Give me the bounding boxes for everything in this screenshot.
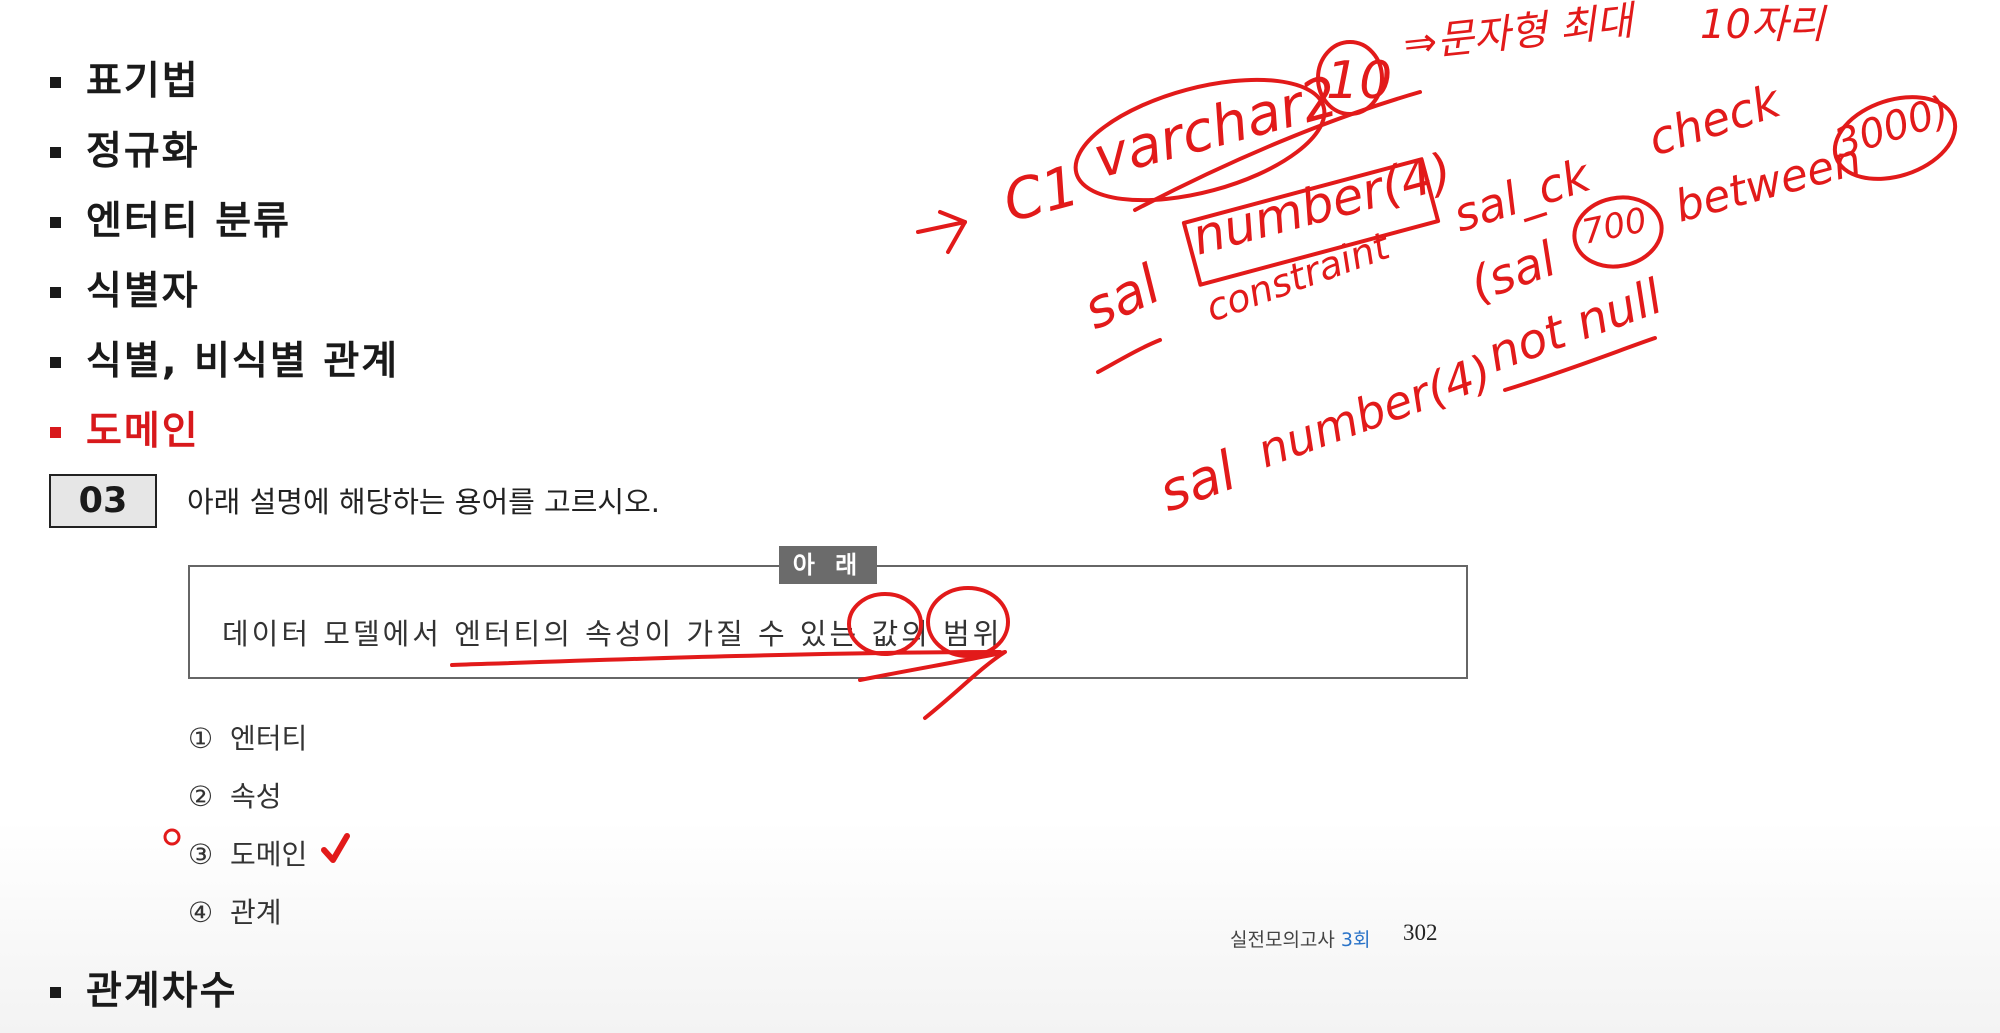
arrow-icon	[916, 210, 967, 254]
topic-item: 식별, 비식별 관계	[48, 332, 399, 402]
number4-box-mark	[1181, 157, 1441, 287]
hand-ten-chars: 10자리	[1700, 2, 1828, 48]
topic-item: 엔터티 분류	[48, 192, 399, 262]
option-label: 엔터티	[230, 722, 308, 755]
option-number: ④	[188, 896, 214, 929]
check-mark-icon	[321, 833, 350, 863]
answer-option[interactable]: ④ 관계	[188, 886, 307, 944]
topic-item: 관계차수	[48, 962, 238, 1032]
topic-label: 식별자	[86, 269, 200, 314]
cursor-dot-icon	[163, 828, 181, 846]
reference-box-tag: 아 래	[779, 546, 877, 584]
topic-item: 정규화	[48, 122, 399, 192]
hand-c1: C1	[997, 153, 1086, 235]
hand-sal-ck: sal_ck	[1447, 147, 1599, 242]
hand-between: between	[1670, 134, 1867, 233]
option-label: 도메인	[230, 838, 308, 871]
question-number: 03	[49, 474, 157, 528]
option-number: ③	[188, 838, 214, 871]
ten-circle-mark	[1316, 40, 1384, 116]
bullet-icon	[50, 427, 61, 438]
seven-hundred-circle-mark	[1572, 195, 1664, 269]
hand-ten: 10	[1326, 51, 1392, 111]
bullet-icon	[50, 217, 61, 228]
hand-not-null: not null	[1480, 268, 1670, 383]
answer-option-selected[interactable]: ③ 도메인	[188, 828, 307, 886]
topic-label: 정규화	[86, 129, 200, 174]
reference-text: 데이터 모델에서 엔터티의 속성이 가질 수 있는 값의 범위	[222, 617, 1003, 651]
question-prompt: 아래 설명에 해당하는 용어를 고르시오.	[187, 485, 660, 519]
bullet-icon	[50, 77, 61, 88]
topic-item: 식별자	[48, 262, 399, 332]
answer-option[interactable]: ② 속성	[188, 770, 307, 828]
option-label: 관계	[230, 896, 282, 929]
footer-series: 실전모의고사 3회	[1230, 925, 1371, 952]
hand-check: check	[1642, 73, 1789, 167]
bullet-icon	[50, 147, 61, 158]
option-number: ①	[188, 722, 214, 755]
answer-options: ① 엔터티 ② 속성 ③ 도메인 ④ 관계	[188, 712, 307, 944]
hand-700: 700	[1579, 200, 1651, 253]
footer-round: 3회	[1340, 929, 1371, 951]
bullet-icon	[50, 287, 61, 298]
topic-item: 표기법	[48, 52, 399, 122]
option-label: 속성	[230, 780, 282, 813]
varchar-circle-mark	[1073, 77, 1327, 203]
topic-list: 표기법 정규화 엔터티 분류 식별자 식별, 비식별 관계 도메인	[48, 52, 399, 472]
option-number: ②	[188, 780, 214, 813]
hand-number4-2: number(4)	[1250, 344, 1498, 478]
topic-label: 식별, 비식별 관계	[86, 339, 400, 384]
topic-label: 도메인	[86, 409, 200, 454]
topic-label: 엔터티 분류	[86, 199, 291, 244]
topic-label: 표기법	[86, 59, 200, 104]
not-null-underline-mark	[1503, 336, 1657, 392]
bullet-icon	[50, 357, 61, 368]
hand-varchar2: varchar2	[1087, 64, 1345, 191]
hand-3000: 3000)	[1829, 87, 1955, 167]
answer-option[interactable]: ① 엔터티	[188, 712, 307, 770]
topic-item-active: 도메인	[48, 402, 399, 472]
bullet-icon	[50, 987, 61, 998]
hand-text-type: ⇒문자형 최대	[1401, 0, 1639, 68]
hand-sal-paren: (sal	[1463, 231, 1564, 313]
three-thousand-circle-mark	[1832, 95, 1958, 181]
varchar-underline-mark	[1133, 90, 1422, 212]
topic-label: 관계차수	[86, 969, 238, 1014]
hand-sal: sal	[1074, 252, 1170, 341]
sal-underline-mark	[1096, 338, 1162, 374]
hand-number4: number(4)	[1186, 142, 1458, 267]
hand-sal-2: sal	[1151, 439, 1244, 524]
hand-constraint: constraint	[1200, 223, 1397, 331]
page-number: 302	[1403, 920, 1438, 945]
footer-series-label: 실전모의고사	[1230, 929, 1341, 951]
